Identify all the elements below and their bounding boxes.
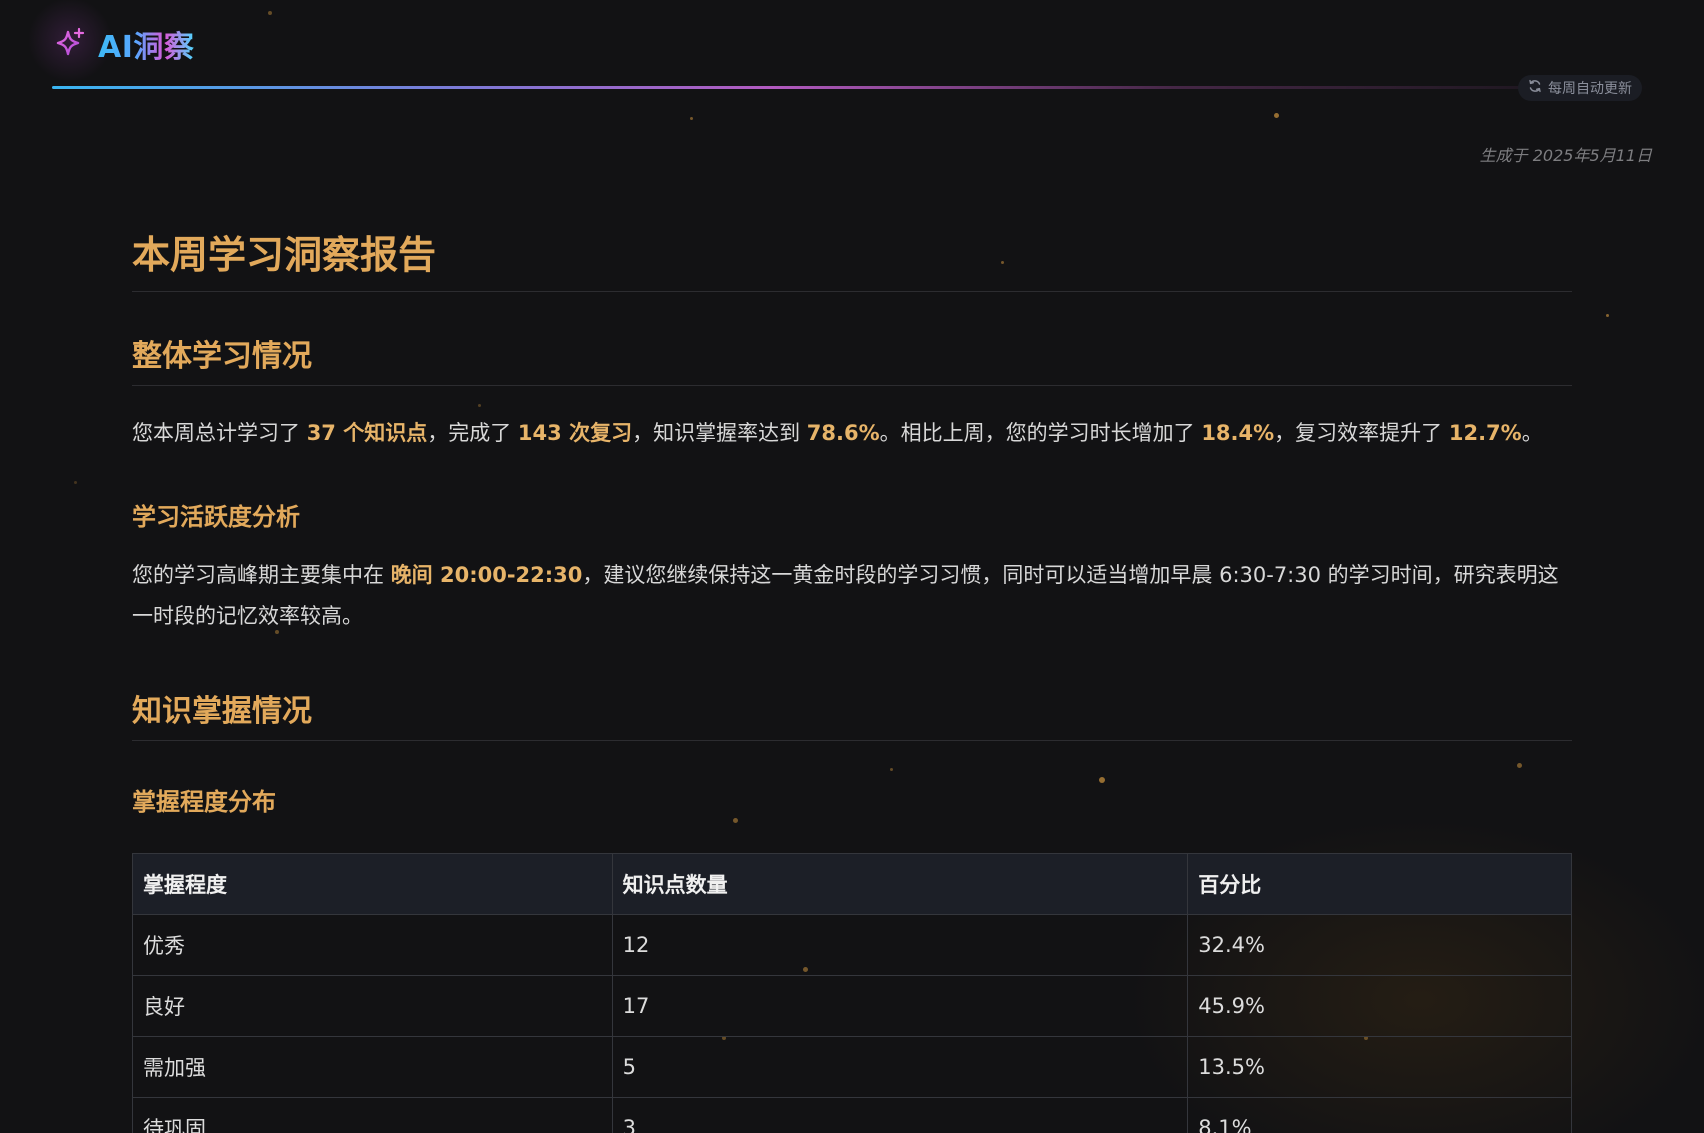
column-header-count: 知识点数量	[611, 853, 1189, 915]
mastery-rate: 78.6%	[806, 421, 880, 445]
table-header-row: 掌握程度 知识点数量 百分比	[132, 853, 1572, 915]
column-header-percentage: 百分比	[1187, 853, 1572, 915]
particle-dot	[1606, 314, 1609, 317]
summary-text: ，复习效率提升了	[1274, 421, 1449, 445]
cell-percentage: 13.5%	[1187, 1036, 1572, 1098]
activity-text: 您的学习高峰期主要集中在	[132, 563, 391, 587]
particle-dot	[1274, 113, 1279, 118]
app-header: AI洞察 每周自动更新	[0, 0, 1704, 101]
update-badge-label: 每周自动更新	[1548, 81, 1632, 97]
cell-percentage: 32.4%	[1187, 914, 1572, 976]
table-row: 待巩固 3 8.1%	[132, 1097, 1572, 1133]
study-time-increase: 18.4%	[1201, 421, 1275, 445]
table-row: 需加强 5 13.5%	[132, 1036, 1572, 1098]
knowledge-point-count: 37 个知识点	[306, 421, 428, 445]
section-heading-activity: 学习活跃度分析	[132, 503, 300, 531]
summary-text: 。	[1521, 421, 1543, 445]
overall-summary-paragraph: 您本周总计学习了 37 个知识点，完成了 143 次复习，知识掌握率达到 78.…	[132, 413, 1572, 454]
review-efficiency-increase: 12.7%	[1448, 421, 1522, 445]
cell-mastery-level: 需加强	[132, 1036, 613, 1098]
column-header-mastery-level: 掌握程度	[132, 853, 613, 915]
particle-dot	[74, 481, 77, 484]
table-row: 优秀 12 32.4%	[132, 914, 1572, 976]
header-divider	[52, 86, 1652, 89]
summary-text: 。相比上周，您的学习时长增加了	[879, 421, 1202, 445]
particle-dot	[890, 768, 893, 771]
peak-study-time: 晚间 20:00-22:30	[390, 563, 583, 587]
review-count: 143 次复习	[517, 421, 633, 445]
particle-dot	[733, 818, 738, 823]
cell-count: 3	[611, 1097, 1189, 1133]
sparkle-icon	[52, 26, 88, 62]
brand-logo[interactable]: AI洞察	[52, 22, 194, 66]
cell-mastery-level: 待巩固	[132, 1097, 613, 1133]
particle-dot	[1517, 763, 1522, 768]
brand-suffix: 洞察	[133, 30, 195, 65]
cell-count: 12	[611, 914, 1189, 976]
section-heading-overall: 整体学习情况	[132, 331, 1572, 386]
page: AI洞察 每周自动更新 生成于 2025年5月11日 本周学习洞察报告 整体学习…	[0, 0, 1704, 1133]
summary-text: ，完成了	[427, 421, 518, 445]
section-heading-mastery: 知识掌握情况	[132, 686, 1572, 741]
subheading-mastery-distribution: 掌握程度分布	[132, 788, 276, 816]
activity-analysis-paragraph: 您的学习高峰期主要集中在 晚间 20:00-22:30，建议您继续保持这一黄金时…	[132, 555, 1572, 637]
mastery-distribution-table: 掌握程度 知识点数量 百分比 优秀 12 32.4% 良好 17 45.9% 需…	[132, 853, 1572, 1133]
particle-dot	[690, 117, 693, 120]
cell-count: 5	[611, 1036, 1189, 1098]
brand-prefix: AI	[98, 30, 134, 65]
cell-percentage: 45.9%	[1187, 975, 1572, 1037]
auto-update-badge: 每周自动更新	[1518, 75, 1642, 101]
table-row: 良好 17 45.9%	[132, 975, 1572, 1037]
summary-text: ，知识掌握率达到	[632, 421, 807, 445]
particle-dot	[478, 404, 481, 407]
refresh-icon	[1528, 79, 1542, 97]
generated-timestamp: 生成于 2025年5月11日	[1479, 146, 1652, 165]
cell-mastery-level: 良好	[132, 975, 613, 1037]
cell-mastery-level: 优秀	[132, 914, 613, 976]
report-title: 本周学习洞察报告	[132, 224, 1572, 292]
summary-text: 您本周总计学习了	[132, 421, 307, 445]
cell-percentage: 8.1%	[1187, 1097, 1572, 1133]
brand-name: AI洞察	[98, 22, 194, 66]
cell-count: 17	[611, 975, 1189, 1037]
